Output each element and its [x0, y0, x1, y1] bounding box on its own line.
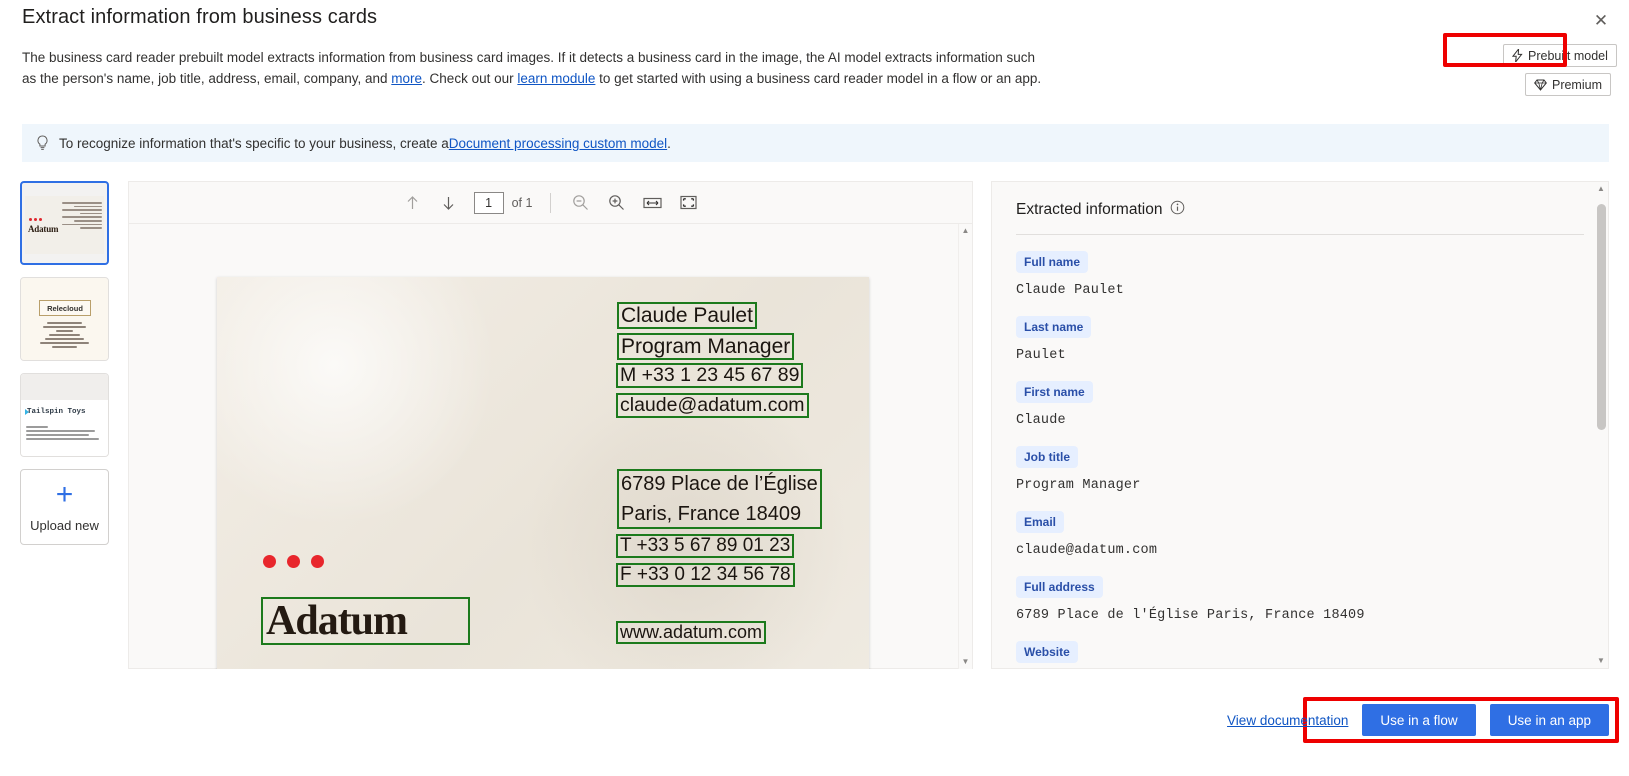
- field-value-full-address: 6789 Place de l'Église Paris, France 184…: [1016, 608, 1365, 623]
- extracted-information-title: Extracted information: [1016, 201, 1163, 218]
- field-label-full-name: Full name: [1016, 251, 1089, 273]
- thumbnail-adatum[interactable]: Adatum: [20, 181, 109, 265]
- arrow-down-icon[interactable]: [438, 192, 460, 214]
- viewer-toolbar: 1 of 1: [129, 182, 972, 224]
- field-value-job-title: Program Manager: [1016, 478, 1141, 493]
- adatum-logo-dots: [263, 555, 324, 568]
- premium-badge[interactable]: Premium: [1524, 73, 1611, 96]
- ocr-box-telephone: T +33 5 67 89 01 23: [616, 534, 795, 558]
- viewer-canvas: Claude Paulet Program Manager M +33 1 23…: [129, 224, 972, 669]
- thumbnail-relecloud-label: Relecloud: [39, 300, 91, 316]
- ocr-box-full-name: Claude Paulet: [617, 302, 757, 329]
- scroll-up-icon[interactable]: ▲: [962, 227, 970, 235]
- field-website: Website: [1016, 641, 1584, 663]
- field-label-first-name: First name: [1016, 381, 1093, 403]
- lightbulb-icon: [36, 134, 49, 152]
- fit-width-icon[interactable]: [641, 192, 663, 214]
- field-full-name: Full name Claude Paulet: [1016, 251, 1584, 298]
- page-total-label: of 1: [511, 195, 533, 210]
- thumbnail-tailspin-label: Tailspin Toys: [27, 408, 86, 416]
- infobar-text-before: To recognize information that's specific…: [59, 135, 449, 151]
- description-part-2: . Check out our: [422, 71, 518, 86]
- thumbnail-tailspin-art: Tailspin Toys: [21, 374, 108, 456]
- field-first-name: First name Claude: [1016, 381, 1584, 428]
- ocr-address-line-1: 6789 Place de l’Église: [621, 473, 818, 495]
- scroll-down-icon[interactable]: ▼: [962, 658, 970, 666]
- lightning-icon: [1512, 49, 1523, 62]
- field-email: Email claude@adatum.com: [1016, 511, 1584, 558]
- fullscreen-icon[interactable]: [677, 192, 699, 214]
- viewer-scrollbar[interactable]: ▲ ▼: [958, 224, 972, 669]
- field-label-job-title: Job title: [1016, 446, 1079, 468]
- adatum-logo-text: Adatum: [266, 598, 408, 644]
- custom-model-infobar: To recognize information that's specific…: [22, 124, 1609, 162]
- close-icon[interactable]: ✕: [1587, 6, 1615, 34]
- thumbnail-relecloud[interactable]: Relecloud: [20, 277, 109, 361]
- model-badges: Prebuilt model Premium: [1503, 44, 1617, 96]
- zoom-in-icon[interactable]: [605, 192, 627, 214]
- more-link[interactable]: more: [391, 71, 422, 86]
- use-in-an-app-button[interactable]: Use in an app: [1489, 704, 1609, 736]
- field-value-first-name: Claude: [1016, 413, 1066, 428]
- field-value-last-name: Paulet: [1016, 348, 1066, 363]
- ocr-box-company-logo: Adatum: [261, 597, 470, 645]
- plus-icon: +: [55, 477, 74, 511]
- upload-new-label: Upload new: [30, 517, 99, 533]
- view-documentation-link[interactable]: View documentation: [1227, 713, 1348, 728]
- ocr-address-line-2: Paris, France 18409: [621, 503, 802, 525]
- toolbar-divider: [550, 192, 552, 213]
- extracted-information-body: Extracted information Full name Claude P…: [992, 182, 1608, 663]
- ocr-box-fax: F +33 0 12 34 56 78: [616, 563, 795, 587]
- description-part-3: to get started with using a business car…: [595, 71, 1042, 86]
- custom-model-link[interactable]: Document processing custom model: [449, 136, 667, 151]
- field-job-title: Job title Program Manager: [1016, 446, 1584, 493]
- ocr-box-website: www.adatum.com: [616, 621, 767, 644]
- panel-scrollbar[interactable]: ▲ ▼: [1594, 182, 1608, 668]
- field-full-address: Full address 6789 Place de l'Église Pari…: [1016, 576, 1584, 623]
- info-icon[interactable]: [1170, 200, 1185, 220]
- upload-new-button[interactable]: + Upload new: [20, 469, 109, 545]
- panel-divider: [1016, 234, 1584, 235]
- sample-thumbnail-rail: Adatum Relecloud Tailspin Toys + Upload …: [20, 181, 110, 545]
- ocr-box-address: 6789 Place de l’Église Paris, France 184…: [617, 469, 822, 529]
- premium-label: Premium: [1551, 77, 1602, 92]
- field-last-name: Last name Paulet: [1016, 316, 1584, 363]
- business-card-image[interactable]: Claude Paulet Program Manager M +33 1 23…: [217, 277, 869, 669]
- field-value-email: claude@adatum.com: [1016, 543, 1158, 558]
- extracted-information-panel: Extracted information Full name Claude P…: [991, 181, 1609, 669]
- infobar-text-after: .: [667, 135, 671, 151]
- panel-scroll-up-icon[interactable]: ▲: [1597, 185, 1605, 193]
- field-label-email: Email: [1016, 511, 1065, 533]
- ocr-box-job-title: Program Manager: [617, 333, 795, 360]
- thumbnail-relecloud-art: Relecloud: [21, 278, 108, 360]
- panel-scroll-thumb[interactable]: [1597, 204, 1606, 430]
- learn-module-link[interactable]: learn module: [517, 71, 595, 86]
- thumbnail-adatum-label: Adatum: [28, 224, 59, 234]
- ocr-box-email: claude@adatum.com: [616, 393, 809, 418]
- prebuilt-model-badge[interactable]: Prebuilt model: [1503, 44, 1617, 67]
- use-in-a-flow-button[interactable]: Use in a flow: [1362, 704, 1476, 736]
- extracted-information-header: Extracted information: [1016, 200, 1584, 234]
- ocr-box-mobile-phone: M +33 1 23 45 67 89: [616, 363, 804, 388]
- field-label-last-name: Last name: [1016, 316, 1092, 338]
- dialog-root: Extract information from business cards …: [0, 0, 1629, 776]
- dialog-footer: View documentation Use in a flow Use in …: [0, 700, 1629, 740]
- page-number-input[interactable]: 1: [473, 191, 504, 214]
- zoom-out-icon[interactable]: [569, 192, 591, 214]
- field-label-website: Website: [1016, 641, 1078, 663]
- page-title: Extract information from business cards: [22, 6, 378, 28]
- prebuilt-model-label: Prebuilt model: [1528, 48, 1608, 63]
- thumbnail-adatum-art: Adatum: [22, 183, 107, 263]
- field-value-full-name: Claude Paulet: [1016, 283, 1124, 298]
- arrow-up-icon[interactable]: [402, 192, 424, 214]
- thumbnail-tailspin-toys[interactable]: Tailspin Toys: [20, 373, 109, 457]
- dialog-description: The business card reader prebuilt model …: [22, 47, 1052, 89]
- field-label-full-address: Full address: [1016, 576, 1103, 598]
- document-viewer: 1 of 1 Claude Paulet Program Manager M +…: [128, 181, 973, 669]
- diamond-icon: [1534, 79, 1547, 91]
- panel-scroll-down-icon[interactable]: ▼: [1597, 657, 1605, 665]
